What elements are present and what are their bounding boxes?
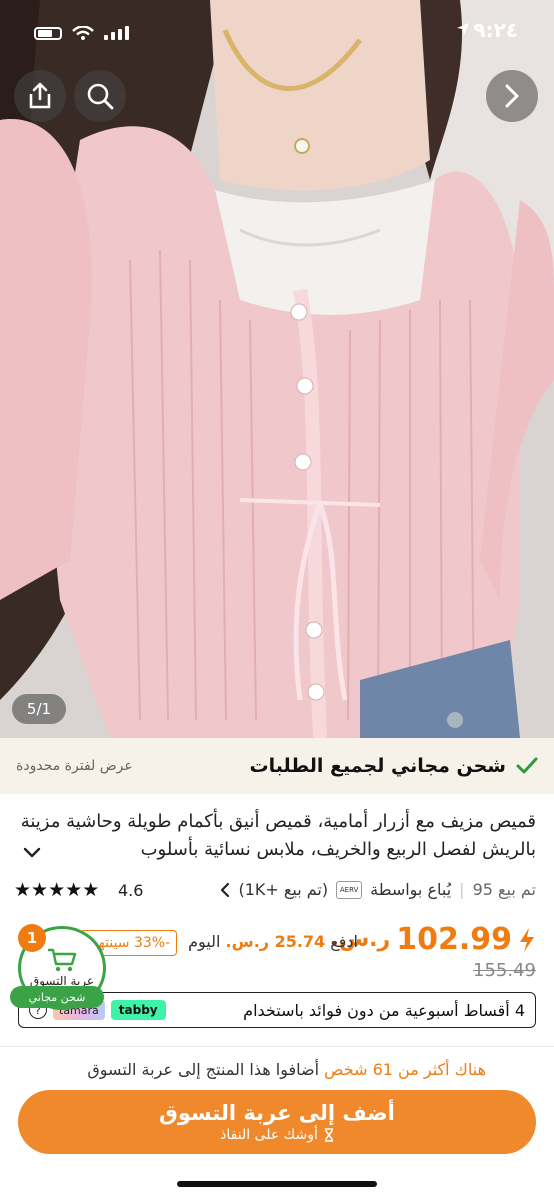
pay-today-prefix: ادفع	[330, 932, 358, 951]
star-icon: ★	[48, 879, 66, 901]
low-stock-notice: أوشك على النفاذ	[220, 1127, 334, 1143]
seller-info[interactable]: تم بيع 95 | يُباع بواسطة AERV (تم بيع +1…	[220, 880, 536, 899]
chevron-down-icon[interactable]	[22, 846, 42, 860]
pay-today-amount: 25.74 ر.س.	[225, 932, 326, 951]
original-price: 155.49	[473, 960, 536, 981]
status-indicators	[34, 26, 129, 40]
rating-stars[interactable]: ★ ★ ★ ★ ★	[14, 878, 99, 902]
pay-today-info: ادفع 25.74 ر.س. اليوم	[188, 932, 358, 951]
pay-today-suffix: اليوم	[188, 932, 221, 951]
product-title[interactable]: قميص مزيف مع أزرار أمامية، قميص أنيق بأك…	[16, 808, 536, 864]
battery-icon	[34, 26, 62, 40]
star-icon: ★	[65, 879, 83, 901]
chevron-left-icon	[221, 882, 230, 897]
status-bar: ٩:٢٤	[0, 0, 554, 60]
search-button[interactable]	[74, 70, 126, 122]
divider: |	[459, 880, 465, 899]
hourglass-icon	[324, 1128, 333, 1142]
star-icon: ★	[14, 879, 32, 901]
sold-by-label: يُباع بواسطة	[370, 880, 452, 899]
share-button[interactable]	[14, 70, 66, 122]
free-shipping-info: شحن مجاني لجميع الطلبات	[250, 755, 538, 777]
product-image-gallery[interactable]: ٩:٢٤ 5/1	[0, 0, 554, 738]
current-price: 102.99 ر.س.	[330, 922, 536, 957]
back-button[interactable]	[486, 70, 538, 122]
check-icon	[516, 757, 538, 774]
wifi-icon	[72, 26, 94, 40]
cellular-signal-icon	[104, 26, 129, 40]
sold-count: تم بيع 95	[472, 880, 536, 899]
social-proof: هناك أكثر من 61 شخص أضافوا هذا المنتج إل…	[87, 1060, 486, 1079]
seller-sold-count: (تم بيع +1K)	[238, 880, 329, 899]
limited-offer-label: عرض لفترة محدودة	[16, 758, 133, 774]
rating-row: ★ ★ ★ ★ ★ 4.6 تم بيع 95 | يُباع بواسطة A…	[0, 876, 554, 906]
location-arrow-icon	[457, 23, 469, 35]
social-proof-count: 61 شخص	[324, 1060, 393, 1079]
cart-icon	[48, 948, 77, 972]
low-stock-text: أوشك على النفاذ	[220, 1127, 318, 1143]
rating-value: 4.6	[118, 881, 144, 900]
search-icon	[87, 83, 114, 110]
star-icon: ★	[31, 879, 49, 901]
star-icon: ★	[82, 879, 100, 901]
add-to-cart-button[interactable]: أضف إلى عربة التسوق أوشك على النفاذ	[18, 1090, 536, 1154]
free-shipping-text: شحن مجاني لجميع الطلبات	[249, 755, 506, 777]
free-shipping-bar[interactable]: عرض لفترة محدودة شحن مجاني لجميع الطلبات	[0, 738, 554, 794]
social-proof-prefix: هناك أكثر من	[398, 1060, 486, 1079]
home-indicator	[177, 1181, 377, 1187]
status-time: ٩:٢٤	[473, 18, 518, 42]
add-to-cart-label: أضف إلى عربة التسوق	[159, 1101, 395, 1125]
social-proof-suffix: أضافوا هذا المنتج إلى عربة التسوق	[87, 1060, 320, 1079]
cart-count-badge: 1	[18, 924, 46, 952]
installments-text: 4 أقساط أسبوعية من دون فوائد باستخدام	[243, 1000, 525, 1020]
seller-logo: AERV	[336, 880, 363, 899]
divider	[0, 1046, 554, 1047]
share-icon	[29, 82, 51, 109]
image-counter: 5/1	[12, 694, 66, 724]
lightning-icon	[520, 927, 534, 952]
price-amount: 102.99	[396, 922, 512, 957]
chevron-right-icon	[505, 84, 519, 108]
tabby-logo: tabby	[110, 1000, 166, 1020]
cart-free-shipping-tag: شحن مجاني	[10, 986, 104, 1008]
